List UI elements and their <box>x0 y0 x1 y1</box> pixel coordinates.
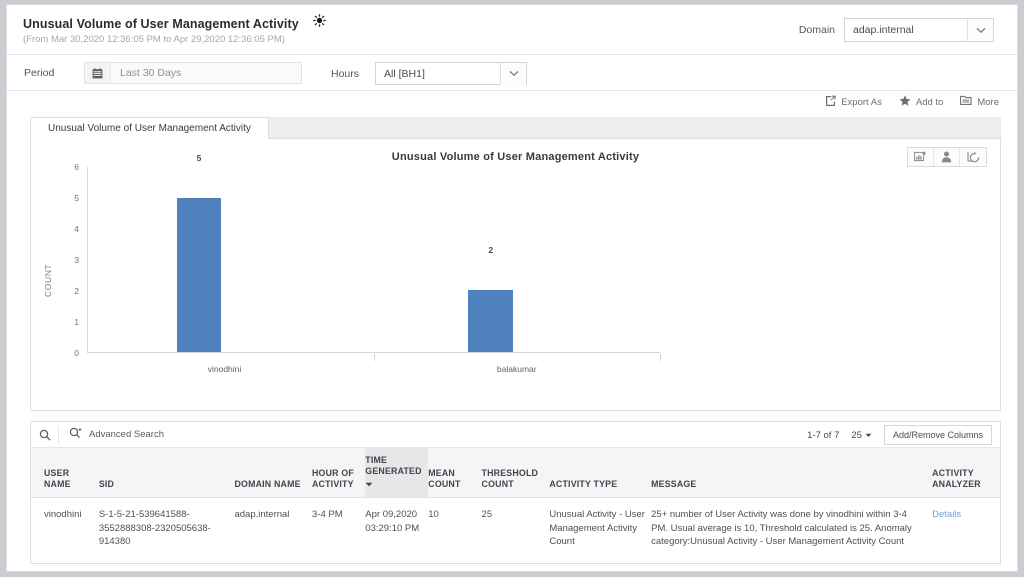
chevron-down-icon <box>865 430 872 441</box>
hours-select[interactable]: All [BH1] <box>375 62 527 85</box>
page-header: Unusual Volume of User Management Activi… <box>7 5 1017 55</box>
column-header-activity-analyzer[interactable]: ACTIVITY ANALYZER <box>932 448 1000 497</box>
sun-icon <box>313 14 326 32</box>
column-header-user-name[interactable]: USER NAME <box>31 448 99 497</box>
domain-filter: Domain adap.internal <box>799 18 994 42</box>
hours-filter: Hours All [BH1] <box>331 62 527 85</box>
title-wrap: Unusual Volume of User Management Activi… <box>23 15 326 33</box>
advanced-search-label: Advanced Search <box>89 429 164 440</box>
search-icon[interactable] <box>31 426 59 444</box>
add-to-button[interactable]: Add to <box>899 95 943 109</box>
chart-title: Unusual Volume of User Management Activi… <box>31 139 1000 163</box>
bar-vinodhini[interactable] <box>177 198 222 352</box>
column-header-sid[interactable]: SID <box>99 448 235 497</box>
y-tick: 4 <box>74 224 79 234</box>
chevron-down-icon[interactable] <box>500 63 526 85</box>
column-header-message[interactable]: MESSAGE <box>651 448 932 497</box>
column-header-time-generated-label: TIME GENERATED <box>365 455 421 476</box>
application-window: Unusual Volume of User Management Activi… <box>6 4 1018 572</box>
bar-label-balakumar: 2 <box>488 245 493 255</box>
chevron-down-icon[interactable] <box>967 19 993 41</box>
x-tick-label: balakumar <box>497 364 537 374</box>
cell-time-generated: Apr 09,2020 03:29:10 PM <box>365 497 428 563</box>
table-toolbar: Advanced Search 1-7 of 7 25 Add/Remove C… <box>31 422 1000 448</box>
page-size-select[interactable]: 25 <box>851 430 872 441</box>
star-icon <box>899 95 911 109</box>
row-count: 1-7 of 7 <box>807 430 839 441</box>
y-tick: 5 <box>74 193 79 203</box>
cell-activity-type: Unusual Activity - User Management Activ… <box>549 497 651 563</box>
page-size-value: 25 <box>851 430 862 441</box>
y-tick: 6 <box>74 162 79 172</box>
chart-panel: Unusual Volume of User Management Activi… <box>30 139 1001 411</box>
column-header-mean-count[interactable]: MEAN COUNT <box>428 448 481 497</box>
details-link[interactable]: Details <box>932 509 961 520</box>
cell-hour-of-activity: 3-4 PM <box>312 497 365 563</box>
cell-activity-analyzer: Details <box>932 497 1000 563</box>
column-header-hour-of-activity[interactable]: HOUR OF ACTIVITY <box>312 448 365 497</box>
chart-toolbar <box>907 147 987 167</box>
export-as-label: Export As <box>841 97 882 108</box>
user-icon[interactable] <box>934 148 960 166</box>
refresh-chart-icon[interactable] <box>960 148 986 166</box>
y-axis-title: COUNT <box>43 264 53 297</box>
cell-message: 25+ number of User Activity was done by … <box>651 497 932 563</box>
table-header-row: USER NAME SID DOMAIN NAME HOUR OF ACTIVI… <box>31 448 1000 497</box>
y-tick: 0 <box>74 348 79 358</box>
tab-label: Unusual Volume of User Management Activi… <box>48 123 251 134</box>
domain-select[interactable]: adap.internal <box>844 18 994 42</box>
more-icon <box>960 95 972 109</box>
chart-plot: COUNT 6 5 4 3 2 1 0 5 2 vinodhini bala <box>31 167 1000 397</box>
more-button[interactable]: More <box>960 95 999 109</box>
plot-area: 5 2 <box>87 167 660 353</box>
x-axis-labels: vinodhini balakumar <box>87 354 660 378</box>
page-title: Unusual Volume of User Management Activi… <box>23 17 299 31</box>
domain-select-value: adap.internal <box>845 24 967 36</box>
hours-label: Hours <box>331 68 359 80</box>
y-tick: 3 <box>74 255 79 265</box>
calendar-icon[interactable] <box>85 63 111 83</box>
more-label: More <box>977 97 999 108</box>
add-to-label: Add to <box>916 97 943 108</box>
add-remove-columns-button[interactable]: Add/Remove Columns <box>884 425 992 445</box>
sort-descending-icon <box>365 479 422 490</box>
column-header-threshold-count[interactable]: THRESHOLD COUNT <box>482 448 550 497</box>
x-tick-label: vinodhini <box>208 364 242 374</box>
period-input[interactable]: Last 30 Days <box>84 62 302 84</box>
filter-bar: Period Last 30 Days Hours All <box>7 55 1017 91</box>
cell-domain-name: adap.internal <box>234 497 312 563</box>
y-axis-ticks: 6 5 4 3 2 1 0 <box>53 167 79 353</box>
cell-user-name: vinodhini <box>31 497 99 563</box>
y-tick: 1 <box>74 317 79 327</box>
export-as-button[interactable]: Export As <box>825 95 882 109</box>
results-table-panel: Advanced Search 1-7 of 7 25 Add/Remove C… <box>30 421 1001 564</box>
column-header-time-generated[interactable]: TIME GENERATED <box>365 448 428 497</box>
bar-balakumar[interactable] <box>468 290 513 352</box>
hours-select-value: All [BH1] <box>376 68 500 80</box>
action-toolbar: Export As Add to More <box>7 91 1017 117</box>
export-icon <box>825 95 836 109</box>
results-table: USER NAME SID DOMAIN NAME HOUR OF ACTIVI… <box>31 448 1000 563</box>
bar-label-vinodhini: 5 <box>197 153 202 163</box>
domain-label: Domain <box>799 24 835 36</box>
tab-unusual-volume[interactable]: Unusual Volume of User Management Activi… <box>30 117 269 139</box>
y-tick: 2 <box>74 286 79 296</box>
period-label: Period <box>24 67 84 79</box>
advanced-search-icon <box>69 427 83 442</box>
tab-strip: Unusual Volume of User Management Activi… <box>30 117 1001 139</box>
period-filter: Period Last 30 Days <box>24 62 302 84</box>
add-chart-icon[interactable] <box>908 148 934 166</box>
cell-sid: S-1-5-21-539641588-3552888308-2320505638… <box>99 497 235 563</box>
column-header-domain-name[interactable]: DOMAIN NAME <box>234 448 312 497</box>
cell-threshold-count: 25 <box>482 497 550 563</box>
table-row[interactable]: vinodhini S-1-5-21-539641588-3552888308-… <box>31 497 1000 563</box>
column-header-activity-type[interactable]: ACTIVITY TYPE <box>549 448 651 497</box>
period-value: Last 30 Days <box>111 67 181 79</box>
advanced-search-button[interactable]: Advanced Search <box>59 427 164 442</box>
page-subtitle: (From Mar 30,2020 12:36:05 PM to Apr 29,… <box>23 34 285 45</box>
cell-mean-count: 10 <box>428 497 481 563</box>
